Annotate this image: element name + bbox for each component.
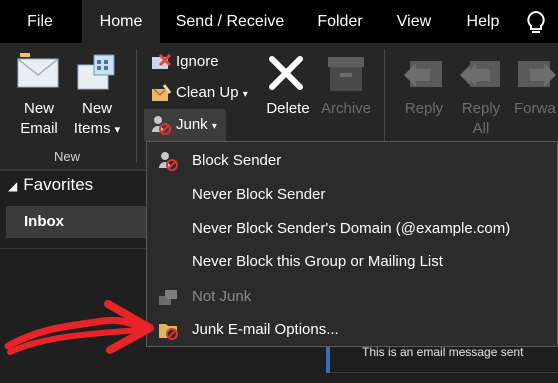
lightbulb-icon[interactable] (524, 10, 548, 36)
reply-all-button[interactable]: Reply All (456, 99, 506, 139)
inbox-label: Inbox (24, 213, 64, 230)
menu-item-junk-options[interactable]: Junk E-mail Options... (147, 313, 557, 346)
tab-help[interactable]: Help (458, 0, 508, 43)
clean-up-icon (150, 83, 172, 103)
never-block-domain-label: Never Block Sender's Domain (@example.co… (192, 220, 511, 237)
not-junk-icon (157, 286, 179, 308)
never-block-sender-label: Never Block Sender (192, 186, 326, 203)
archive-icon (326, 55, 366, 93)
tab-home[interactable]: Home (82, 0, 160, 43)
chevron-down-icon: ▾ (211, 121, 217, 132)
favorites-header[interactable]: ◢ Favorites (8, 175, 93, 195)
reply-button[interactable]: Reply (400, 99, 448, 119)
message-separator (330, 372, 558, 373)
unread-indicator (326, 343, 330, 373)
new-email-label-2: Email (20, 120, 58, 137)
new-items-button[interactable]: New Items ▾ (68, 99, 126, 140)
reply-all-icon (458, 55, 502, 93)
chevron-down-icon: ▾ (242, 89, 248, 100)
junk-dropdown-menu: Block Sender Never Block Sender Never Bl… (146, 141, 558, 347)
junk-label-wrap: Junk ▾ (176, 115, 217, 137)
menu-bar: File Home Send / Receive Folder View Hel… (0, 0, 558, 43)
forward-icon (516, 55, 558, 93)
tab-folder[interactable]: Folder (306, 0, 374, 43)
delete-button[interactable]: Delete (262, 99, 314, 119)
never-block-group-label: Never Block this Group or Mailing List (192, 253, 443, 270)
menu-item-not-junk[interactable]: Not Junk (147, 280, 557, 313)
new-email-label-1: New (23, 100, 54, 117)
tab-send-receive[interactable]: Send / Receive (168, 0, 292, 43)
clean-up-label: Clean Up (176, 84, 239, 101)
nav-divider (0, 248, 146, 249)
archive-button[interactable]: Archive (318, 99, 374, 119)
new-items-label-2: Items (73, 120, 111, 137)
junk-label: Junk (176, 116, 208, 133)
collapse-triangle-icon[interactable]: ◢ (8, 179, 17, 193)
group-divider (136, 49, 137, 163)
reply-icon (400, 55, 444, 93)
reply-all-label-2: All (472, 120, 490, 137)
red-arrow-annotation (0, 290, 160, 360)
new-items-label-1: New (81, 100, 112, 117)
new-items-icon[interactable] (74, 51, 120, 99)
junk-options-label: Junk E-mail Options... (192, 321, 339, 338)
block-sender-icon (157, 150, 179, 172)
chevron-down-icon: ▾ (114, 124, 121, 136)
ignore-icon (150, 53, 172, 73)
junk-options-icon (157, 319, 179, 341)
delete-icon[interactable] (266, 53, 306, 93)
message-preview[interactable]: This is an email message sent (362, 345, 523, 359)
favorites-label: Favorites (23, 175, 94, 194)
tab-view[interactable]: View (388, 0, 440, 43)
reply-all-label-1: Reply (461, 100, 501, 117)
menu-item-never-block-sender[interactable]: Never Block Sender (147, 178, 557, 211)
menu-item-never-block-group[interactable]: Never Block this Group or Mailing List (147, 245, 557, 278)
menu-item-never-block-domain[interactable]: Never Block Sender's Domain (@example.co… (147, 212, 557, 245)
block-sender-label: Block Sender (192, 152, 282, 169)
forward-button[interactable]: Forwa (514, 99, 558, 119)
new-email-button[interactable]: New Email (14, 99, 64, 139)
clean-up-button[interactable]: Clean Up ▾ (176, 83, 248, 105)
ignore-button[interactable]: Ignore (176, 52, 219, 72)
menu-item-block-sender[interactable]: Block Sender (147, 144, 557, 177)
new-email-icon[interactable] (14, 51, 62, 99)
not-junk-label: Not Junk (192, 288, 252, 305)
tab-file[interactable]: File (14, 0, 66, 43)
junk-icon (150, 114, 172, 136)
group-new-label: New (54, 149, 81, 164)
